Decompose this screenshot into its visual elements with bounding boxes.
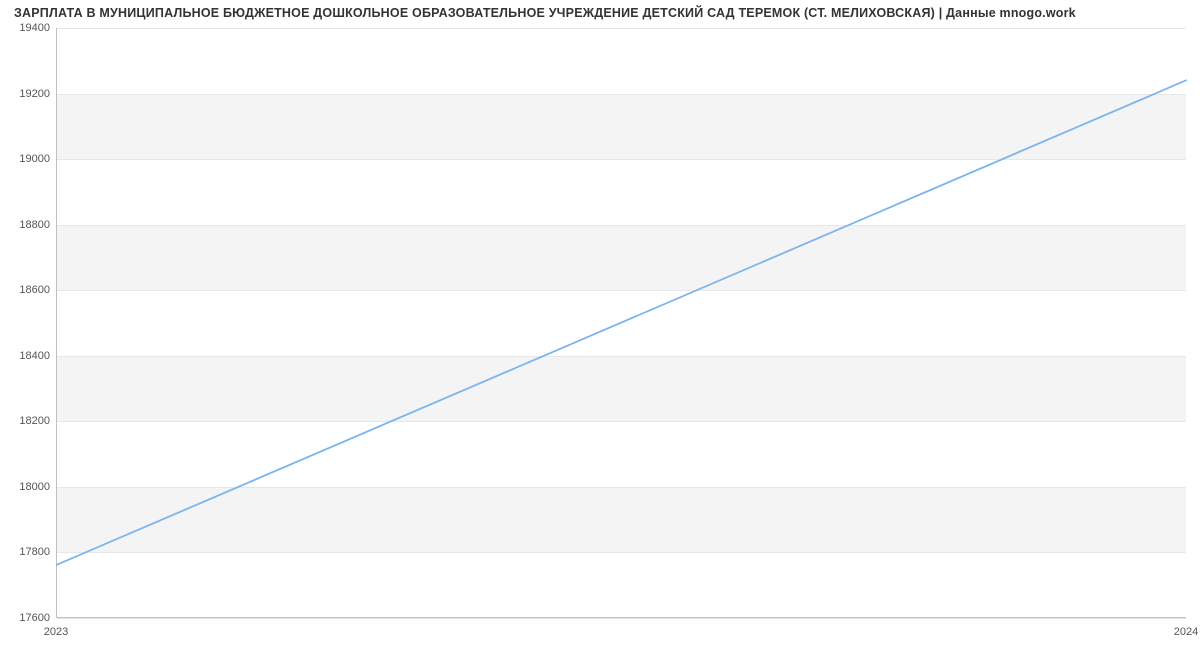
y-tick-label: 18200 <box>6 415 50 427</box>
plot-area <box>56 28 1186 618</box>
y-tick-label: 19200 <box>6 88 50 100</box>
y-tick-label: 18400 <box>6 350 50 362</box>
x-tick-label: 2023 <box>44 626 68 638</box>
y-tick-label: 17800 <box>6 546 50 558</box>
y-tick-label: 17600 <box>6 612 50 624</box>
series-polyline <box>57 80 1186 564</box>
x-tick-label: 2024 <box>1174 626 1198 638</box>
y-gridline <box>57 618 1186 619</box>
line-series <box>57 28 1186 617</box>
y-tick-label: 18600 <box>6 284 50 296</box>
y-tick-label: 19000 <box>6 153 50 165</box>
salary-line-chart: ЗАРПЛАТА В МУНИЦИПАЛЬНОЕ БЮДЖЕТНОЕ ДОШКО… <box>0 0 1200 650</box>
chart-title: ЗАРПЛАТА В МУНИЦИПАЛЬНОЕ БЮДЖЕТНОЕ ДОШКО… <box>14 6 1076 20</box>
y-tick-label: 18800 <box>6 219 50 231</box>
y-tick-label: 19400 <box>6 22 50 34</box>
y-tick-label: 18000 <box>6 481 50 493</box>
